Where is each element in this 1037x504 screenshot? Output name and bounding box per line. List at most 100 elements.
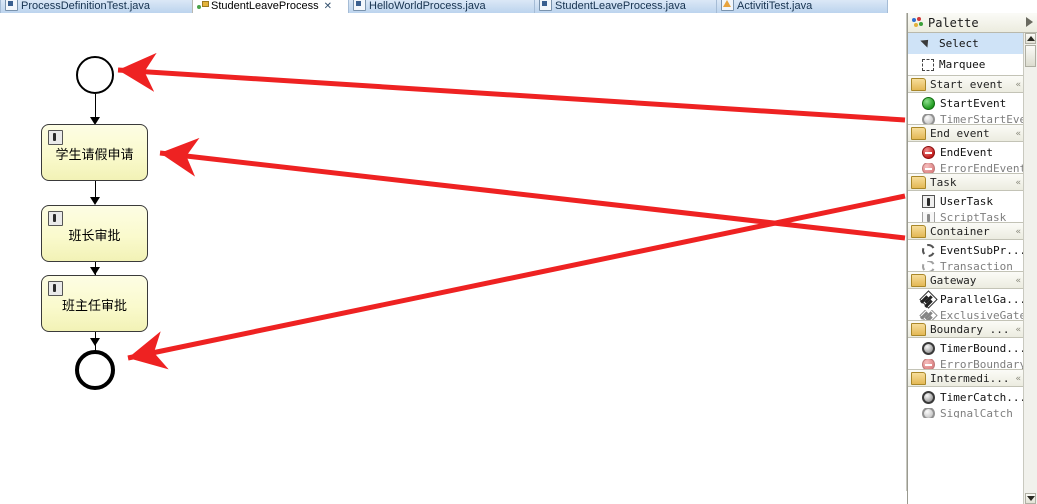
editor-tab-label: ActivitiTest.java bbox=[737, 0, 813, 12]
collapse-icon[interactable]: « bbox=[1016, 80, 1021, 90]
palette-item-timerbound[interactable]: TimerBound... bbox=[908, 338, 1025, 359]
palette-item-eventsubpr[interactable]: EventSubPr... bbox=[908, 240, 1025, 261]
editor-tab-3[interactable]: HelloWorldProcess.java bbox=[348, 0, 538, 13]
palette-group-header[interactable]: Task « bbox=[908, 173, 1025, 191]
palette-item-label: ExclusiveGateway bbox=[940, 310, 1025, 320]
palette-item-parallelga[interactable]: ParallelGa... bbox=[908, 289, 1025, 310]
timer-icon bbox=[922, 391, 935, 404]
cursor-icon bbox=[922, 37, 934, 50]
palette-item-exclusivegateway[interactable]: ExclusiveGateway bbox=[908, 310, 1025, 320]
palette-title-label: Palette bbox=[928, 15, 979, 30]
palette-group-label: Gateway bbox=[930, 273, 977, 287]
palette-item-errorboundary[interactable]: ErrorBoundary bbox=[908, 359, 1025, 369]
editor-tab-1[interactable]: ProcessDefinitionTest.java bbox=[0, 0, 196, 13]
palette-item-label: TimerStartEvent bbox=[940, 114, 1025, 124]
palette-item-usertask[interactable]: UserTask bbox=[908, 191, 1025, 212]
palette-item-label: UserTask bbox=[940, 195, 993, 208]
palette-item-label: TimerBound... bbox=[940, 342, 1025, 355]
diagram-task-3[interactable]: 班主任审批 bbox=[41, 275, 148, 332]
error-icon bbox=[922, 359, 935, 369]
palette-group-header[interactable]: Boundary ... « bbox=[908, 320, 1025, 338]
java-file-warning-icon bbox=[721, 0, 734, 11]
folder-icon bbox=[911, 77, 926, 91]
folder-icon bbox=[911, 273, 926, 287]
palette-group-label: Intermedi... bbox=[930, 371, 1010, 385]
folder-icon bbox=[911, 371, 926, 385]
palette-item-label: EventSubPr... bbox=[940, 244, 1025, 257]
palette-group-label: Boundary ... bbox=[930, 322, 1010, 336]
sequence-flow-1 bbox=[95, 94, 96, 118]
palette-item-label: EndEvent bbox=[940, 146, 993, 159]
palette-item-timercatch[interactable]: TimerCatch... bbox=[908, 387, 1025, 408]
palette-tool-select[interactable]: Select bbox=[908, 33, 1025, 54]
java-file-icon bbox=[353, 0, 366, 11]
collapse-icon[interactable]: « bbox=[1016, 178, 1021, 188]
palette-group-header[interactable]: Container « bbox=[908, 222, 1025, 240]
folder-icon bbox=[911, 126, 926, 140]
user-task-icon bbox=[48, 211, 63, 226]
palette-scrollbar-thumb[interactable] bbox=[1025, 45, 1036, 67]
chevron-right-icon[interactable] bbox=[1026, 17, 1033, 27]
timer-icon bbox=[922, 342, 935, 355]
palette-panel[interactable]: Palette Select Marquee Start event « StartEv… bbox=[907, 13, 1037, 504]
palette-item-label: ErrorEndEvent bbox=[940, 163, 1025, 173]
diagram-task-1[interactable]: 学生请假申请 bbox=[41, 124, 148, 181]
palette-item-startevent[interactable]: StartEvent bbox=[908, 93, 1025, 114]
end-event-icon bbox=[922, 146, 935, 159]
editor-tab-bar: ProcessDefinitionTest.java StudentLeavePr… bbox=[0, 0, 1037, 13]
folder-icon bbox=[911, 322, 926, 336]
transaction-icon bbox=[922, 261, 935, 271]
editor-tab-label: StudentLeaveProcess bbox=[211, 0, 319, 12]
palette-item-label: Marquee bbox=[939, 58, 986, 71]
palette-group-label: End event bbox=[930, 126, 990, 140]
diagram-end-event[interactable] bbox=[75, 350, 115, 390]
palette-group-header[interactable]: Gateway « bbox=[908, 271, 1025, 289]
start-event-icon bbox=[922, 97, 935, 110]
palette-item-transaction[interactable]: Transaction bbox=[908, 261, 1025, 271]
palette-item-label: TimerCatch... bbox=[940, 391, 1025, 404]
sequence-flow-3-arrowhead bbox=[90, 267, 100, 275]
palette-content[interactable]: Select Marquee Start event « StartEvent Timer… bbox=[908, 33, 1025, 504]
palette-item-label: ErrorBoundary bbox=[940, 359, 1025, 369]
palette-item-label: Transaction bbox=[940, 261, 1013, 271]
palette-group-header[interactable]: End event « bbox=[908, 124, 1025, 142]
close-icon[interactable]: ✕ bbox=[324, 2, 332, 12]
bpmn-diagram-icon bbox=[197, 0, 209, 11]
sequence-flow-2-arrowhead bbox=[90, 197, 100, 205]
marquee-icon bbox=[922, 58, 934, 71]
palette-icon bbox=[912, 16, 924, 29]
editor-tab-2[interactable]: StudentLeaveProcess ✕ bbox=[192, 0, 352, 13]
collapse-icon[interactable]: « bbox=[1016, 129, 1021, 139]
palette-item-scripttask[interactable]: ScriptTask bbox=[908, 212, 1025, 222]
diagram-start-event[interactable] bbox=[76, 56, 114, 94]
diagram-task-2-label: 班长审批 bbox=[68, 229, 121, 244]
diagram-task-2[interactable]: 班长审批 bbox=[41, 205, 148, 262]
error-icon bbox=[922, 163, 935, 173]
editor-tab-4[interactable]: StudentLeaveProcess.java bbox=[534, 0, 720, 13]
collapse-icon[interactable]: « bbox=[1016, 276, 1021, 286]
palette-group-header[interactable]: Intermedi... « bbox=[908, 369, 1025, 387]
editor-tab-5[interactable]: ActivitiTest.java bbox=[716, 0, 888, 13]
palette-header: Palette bbox=[908, 13, 1037, 33]
signal-icon bbox=[922, 408, 935, 418]
collapse-icon[interactable]: « bbox=[1016, 325, 1021, 335]
palette-group-header[interactable]: Start event « bbox=[908, 75, 1025, 93]
diagram-task-3-label: 班主任审批 bbox=[61, 299, 127, 314]
palette-item-endevent[interactable]: EndEvent bbox=[908, 142, 1025, 163]
collapse-icon[interactable]: « bbox=[1016, 374, 1021, 384]
palette-item-timerstartevent[interactable]: TimerStartEvent bbox=[908, 114, 1025, 124]
palette-item-signalcatch[interactable]: SignalCatch bbox=[908, 408, 1025, 418]
parallel-gateway-icon bbox=[919, 290, 938, 309]
arrow-down-icon[interactable] bbox=[1025, 493, 1036, 504]
palette-item-label: SignalCatch bbox=[940, 408, 1013, 418]
editor-tab-label: HelloWorldProcess.java bbox=[369, 0, 486, 12]
collapse-icon[interactable]: « bbox=[1016, 227, 1021, 237]
palette-scrollbar[interactable] bbox=[1023, 33, 1037, 504]
palette-group-label: Task bbox=[930, 175, 957, 189]
script-task-icon bbox=[922, 212, 935, 222]
palette-item-errorendevent[interactable]: ErrorEndEvent bbox=[908, 163, 1025, 173]
bpmn-diagram-canvas[interactable]: 学生请假申请 班长审批 班主任审批 bbox=[0, 13, 907, 491]
palette-item-label: ParallelGa... bbox=[940, 293, 1025, 306]
palette-tool-marquee[interactable]: Marquee bbox=[908, 54, 1025, 75]
arrow-up-icon[interactable] bbox=[1025, 33, 1036, 44]
